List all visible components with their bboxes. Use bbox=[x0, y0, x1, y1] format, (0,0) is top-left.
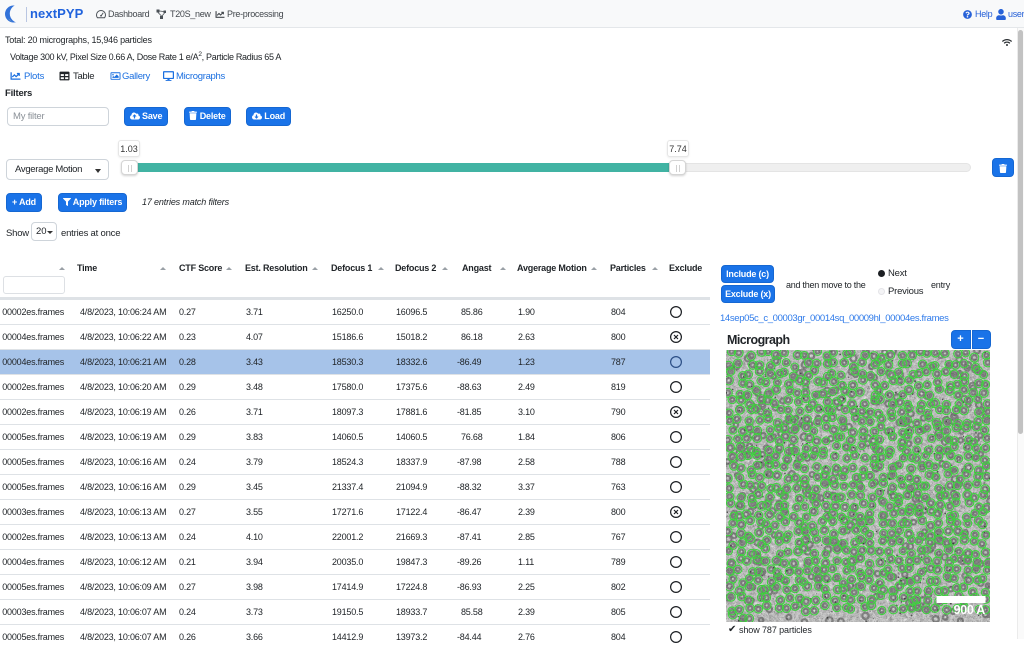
svg-text:900 A: 900 A bbox=[953, 603, 985, 617]
